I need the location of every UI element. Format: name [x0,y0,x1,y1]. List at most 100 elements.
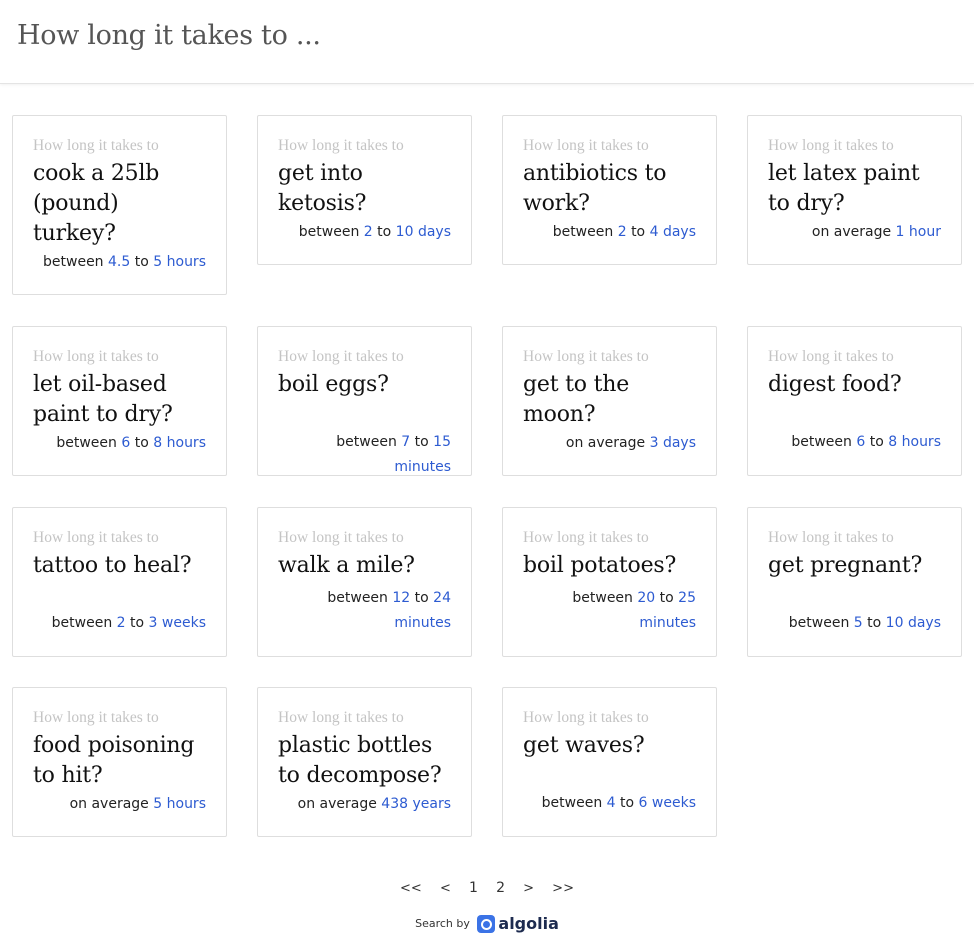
pagination-next[interactable]: > [523,881,534,896]
result-card[interactable]: How long it takes to let latex paint to d… [747,115,962,265]
result-card[interactable]: How long it takes to digest food? between … [747,326,962,476]
answer-min: 2 [116,615,126,631]
result-card[interactable]: How long it takes to boil potatoes? betwee… [502,507,717,657]
card-prefix: How long it takes to [523,348,649,365]
answer-min: 7 [401,434,411,450]
card-prefix: How long it takes to [768,348,894,365]
card-prefix: How long it takes to [33,529,159,546]
result-card[interactable]: How long it takes to antibiotics to work?… [502,115,717,265]
card-prefix: How long it takes to [33,709,159,726]
answer-value: 3 [649,435,659,451]
card-answer: between 2 to 4 days [523,220,696,245]
answer-connector: to [134,254,149,270]
card-answer: on average 5 hours [33,792,206,817]
search-input[interactable] [17,20,947,51]
answer-unit: days [662,435,696,451]
answer-qualifier: between [791,434,852,450]
card-prefix: How long it takes to [33,348,159,365]
result-card[interactable]: How long it takes to let oil-based paint … [12,326,227,476]
answer-min: 20 [637,590,656,606]
answer-qualifier: between [572,590,633,606]
answer-unit: days [662,224,696,240]
result-card[interactable]: How long it takes to tattoo to heal? betwe… [12,507,227,657]
result-card[interactable]: How long it takes to get into ketosis? bet… [257,115,472,265]
answer-max: 5 [153,254,163,270]
result-card[interactable]: How long it takes to cook a 25lb (pound) … [12,115,227,295]
answer-unit: years [412,796,451,812]
result-card[interactable]: How long it takes to food poisoning to hi… [12,687,227,837]
card-question: tattoo to heal? [33,553,192,578]
answer-connector: to [130,615,145,631]
pagination-last[interactable]: >> [552,881,574,896]
search-header [0,0,974,84]
answer-qualifier: between [336,434,397,450]
answer-qualifier: between [51,615,113,631]
answer-qualifier: between [43,254,104,270]
card-answer: between 4 to 6 weeks [523,791,696,816]
card-prefix: How long it takes to [523,137,649,154]
result-card[interactable]: How long it takes to get pregnant? between… [747,507,962,657]
card-question: get pregnant? [768,553,923,578]
card-prefix: How long it takes to [278,137,404,154]
answer-min: 6 [856,434,866,450]
card-question: boil eggs? [278,372,389,397]
card-answer: between 12 to 24 minutes [321,586,451,636]
answer-unit: hours [166,254,206,270]
answer-max: 15 [433,434,451,450]
answer-unit: hours [166,435,206,451]
answer-value: 1 [895,224,905,240]
answer-min: 4.5 [108,254,131,270]
algolia-logo[interactable]: algolia [477,914,559,933]
answer-unit: minutes [639,615,696,631]
card-answer: between 20 to 25 minutes [546,586,696,636]
answer-value: 438 [381,796,409,812]
answer-unit: days [417,224,451,240]
card-prefix: How long it takes to [768,137,894,154]
card-question: walk a mile? [278,553,415,578]
card-answer: between 2 to 3 weeks [33,611,206,636]
card-question: get to the moon? [523,372,630,427]
answer-min: 12 [392,590,411,606]
pagination-first[interactable]: << [400,881,422,896]
answer-qualifier: between [788,615,850,631]
answer-connector: to [631,224,646,240]
answer-max: 8 [888,434,898,450]
answer-min: 2 [363,224,373,240]
card-question: digest food? [768,372,902,397]
answer-unit: hour [908,224,941,240]
answer-connector: to [414,590,429,606]
answer-connector: to [620,795,635,811]
answer-unit: minutes [394,459,451,475]
result-card[interactable]: How long it takes to get to the moon? on a… [502,326,717,476]
pagination-page-1[interactable]: 1 [469,880,478,896]
answer-qualifier: on average [297,796,377,812]
answer-min: 2 [617,224,627,240]
answer-max: 8 [153,435,163,451]
answer-unit: minutes [394,615,451,631]
answer-qualifier: on average [565,435,646,451]
answer-qualifier: on average [811,224,892,240]
result-card[interactable]: How long it takes to boil eggs? between 7 … [257,326,472,476]
answer-unit: days [907,615,941,631]
card-answer: between 5 to 10 days [768,611,941,636]
card-question: get into ketosis? [278,161,367,216]
result-card[interactable]: How long it takes to get waves? between 4 … [502,687,717,837]
pagination-prev[interactable]: < [440,881,451,896]
card-prefix: How long it takes to [33,137,159,154]
answer-unit: hours [901,434,941,450]
answer-max: 25 [678,590,696,606]
result-card[interactable]: How long it takes to plastic bottles to d… [257,687,472,837]
answer-connector: to [134,435,149,451]
card-question: antibiotics to work? [523,161,667,216]
pagination-page-2[interactable]: 2 [496,880,505,896]
card-prefix: How long it takes to [278,709,404,726]
answer-max: 24 [433,590,451,606]
answer-min: 4 [606,795,616,811]
algolia-brand: algolia [498,914,559,933]
algolia-icon [477,914,496,933]
card-answer: between 2 to 10 days [278,220,451,245]
result-card[interactable]: How long it takes to walk a mile? between … [257,507,472,657]
answer-connector: to [867,615,882,631]
search-by-algolia[interactable]: Search by algolia [0,914,974,933]
answer-unit: weeks [651,795,696,811]
